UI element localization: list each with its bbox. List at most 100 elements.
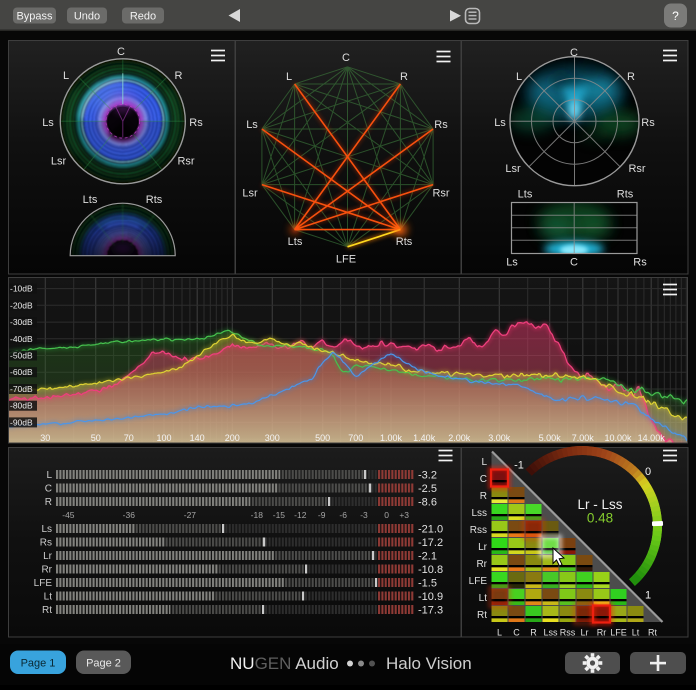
svg-text:1: 1 bbox=[645, 590, 651, 602]
svg-text:Rts: Rts bbox=[146, 194, 163, 206]
svg-text:Lsr: Lsr bbox=[242, 188, 258, 200]
svg-text:Ls: Ls bbox=[246, 119, 258, 131]
svg-text:L: L bbox=[286, 71, 292, 83]
svg-text:R: R bbox=[627, 71, 635, 83]
svg-text:Lts: Lts bbox=[518, 189, 533, 201]
svg-text:-9: -9 bbox=[318, 510, 326, 520]
svg-text:Lts: Lts bbox=[288, 236, 303, 248]
svg-text:5.00k: 5.00k bbox=[539, 433, 562, 443]
svg-text:R: R bbox=[400, 71, 408, 83]
svg-text:R: R bbox=[175, 70, 183, 82]
svg-text:Lt: Lt bbox=[479, 593, 488, 604]
svg-text:R: R bbox=[530, 628, 537, 638]
svg-text:L: L bbox=[497, 628, 502, 638]
svg-text:Ls: Ls bbox=[42, 117, 54, 129]
svg-text:-30dB: -30dB bbox=[10, 317, 33, 327]
svg-text:14.00k: 14.00k bbox=[638, 433, 666, 443]
svg-text:-2.5: -2.5 bbox=[418, 483, 437, 495]
svg-text:L: L bbox=[63, 70, 69, 82]
svg-text:C: C bbox=[480, 474, 487, 485]
svg-text:-90dB: -90dB bbox=[10, 417, 33, 427]
svg-text:L: L bbox=[481, 457, 487, 468]
svg-text:0: 0 bbox=[645, 466, 651, 478]
svg-text:Rs: Rs bbox=[40, 538, 52, 549]
svg-text:Rsr: Rsr bbox=[177, 156, 194, 168]
svg-text:Lr: Lr bbox=[43, 551, 53, 562]
svg-text:Lr: Lr bbox=[580, 628, 588, 638]
svg-text:-17.3: -17.3 bbox=[418, 605, 443, 617]
svg-text:-60dB: -60dB bbox=[10, 367, 33, 377]
svg-text:Lts: Lts bbox=[83, 194, 98, 206]
svg-text:10.00k: 10.00k bbox=[604, 433, 632, 443]
svg-text:Rs: Rs bbox=[434, 119, 448, 131]
svg-text:300: 300 bbox=[265, 433, 280, 443]
svg-text:Rts: Rts bbox=[617, 189, 634, 201]
svg-text:C: C bbox=[570, 257, 578, 269]
svg-text:2.00k: 2.00k bbox=[448, 433, 471, 443]
svg-text:L: L bbox=[46, 470, 52, 481]
svg-text:-21.0: -21.0 bbox=[418, 524, 443, 536]
svg-text:Undo: Undo bbox=[74, 11, 100, 23]
svg-text:-10.8: -10.8 bbox=[418, 564, 443, 576]
svg-text:500: 500 bbox=[315, 433, 330, 443]
svg-text:R: R bbox=[480, 491, 487, 502]
svg-text:-27: -27 bbox=[184, 510, 197, 520]
svg-text:140: 140 bbox=[190, 433, 205, 443]
svg-text:-10.9: -10.9 bbox=[418, 591, 443, 603]
svg-text:LFE: LFE bbox=[34, 578, 53, 589]
svg-text:-1.5: -1.5 bbox=[418, 578, 437, 590]
svg-text:Lt: Lt bbox=[632, 628, 640, 638]
svg-text:-1: -1 bbox=[514, 460, 524, 472]
svg-text:C: C bbox=[45, 484, 52, 495]
svg-text:-50dB: -50dB bbox=[10, 351, 33, 361]
svg-text:1.00k: 1.00k bbox=[380, 433, 403, 443]
svg-text:-15: -15 bbox=[273, 510, 286, 520]
svg-text:LFE: LFE bbox=[469, 576, 488, 587]
svg-text:7.00k: 7.00k bbox=[572, 433, 595, 443]
svg-text:-45: -45 bbox=[62, 510, 75, 520]
svg-text:Rr: Rr bbox=[597, 628, 607, 638]
svg-text:70: 70 bbox=[124, 433, 134, 443]
svg-text:Page 2: Page 2 bbox=[86, 658, 121, 670]
svg-text:3.00k: 3.00k bbox=[488, 433, 511, 443]
svg-text:Ls: Ls bbox=[41, 524, 52, 535]
svg-text:Lss: Lss bbox=[543, 628, 558, 638]
svg-text:Lsr: Lsr bbox=[51, 156, 67, 168]
svg-text:-10dB: -10dB bbox=[10, 284, 33, 294]
svg-text:-20dB: -20dB bbox=[10, 300, 33, 310]
svg-text:?: ? bbox=[672, 9, 679, 23]
svg-text:0: 0 bbox=[384, 510, 389, 520]
svg-text:Rr: Rr bbox=[476, 559, 487, 570]
svg-text:Rs: Rs bbox=[633, 257, 647, 269]
svg-text:Halo Vision: Halo Vision bbox=[386, 654, 472, 673]
svg-text:-40dB: -40dB bbox=[10, 334, 33, 344]
svg-text:Rt: Rt bbox=[648, 628, 657, 638]
svg-text:C: C bbox=[570, 47, 578, 59]
svg-text:-3.2: -3.2 bbox=[418, 470, 437, 482]
svg-text:Lss: Lss bbox=[471, 508, 487, 519]
svg-text:-17.2: -17.2 bbox=[418, 537, 443, 549]
svg-text:-2.1: -2.1 bbox=[418, 551, 437, 563]
svg-text:Rss: Rss bbox=[470, 525, 487, 536]
svg-text:-70dB: -70dB bbox=[10, 384, 33, 394]
svg-text:C: C bbox=[513, 628, 520, 638]
svg-text:Rsr: Rsr bbox=[628, 163, 645, 175]
svg-text:Bypass: Bypass bbox=[16, 11, 53, 23]
svg-text:Ls: Ls bbox=[506, 257, 518, 269]
svg-text:50: 50 bbox=[91, 433, 101, 443]
svg-text:L: L bbox=[516, 71, 522, 83]
svg-text:C: C bbox=[342, 52, 350, 64]
svg-text:200: 200 bbox=[225, 433, 240, 443]
svg-text:Page 1: Page 1 bbox=[21, 658, 56, 670]
svg-text:R: R bbox=[45, 497, 52, 508]
svg-text:100: 100 bbox=[156, 433, 171, 443]
svg-text:Rt: Rt bbox=[42, 605, 52, 616]
svg-text:0.48: 0.48 bbox=[587, 511, 613, 526]
svg-text:-80dB: -80dB bbox=[10, 401, 33, 411]
svg-text:Lsr: Lsr bbox=[505, 163, 521, 175]
svg-text:1.40k: 1.40k bbox=[413, 433, 436, 443]
svg-text:+3: +3 bbox=[399, 510, 409, 520]
svg-text:Rts: Rts bbox=[396, 236, 413, 248]
svg-text:NUGEN Audio: NUGEN Audio bbox=[230, 654, 339, 673]
svg-text:Ls: Ls bbox=[494, 117, 506, 129]
